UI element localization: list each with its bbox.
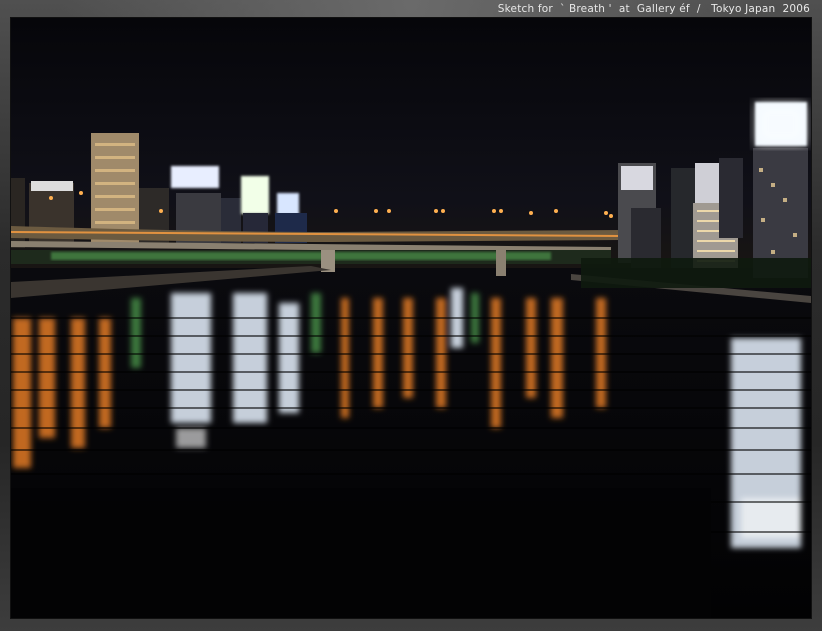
photo-illustration [11, 18, 811, 618]
night-river-photo [11, 18, 811, 618]
foreground-water [11, 488, 711, 618]
photo-caption: Sketch for ` Breath ' at Gallery éf / To… [497, 3, 810, 15]
